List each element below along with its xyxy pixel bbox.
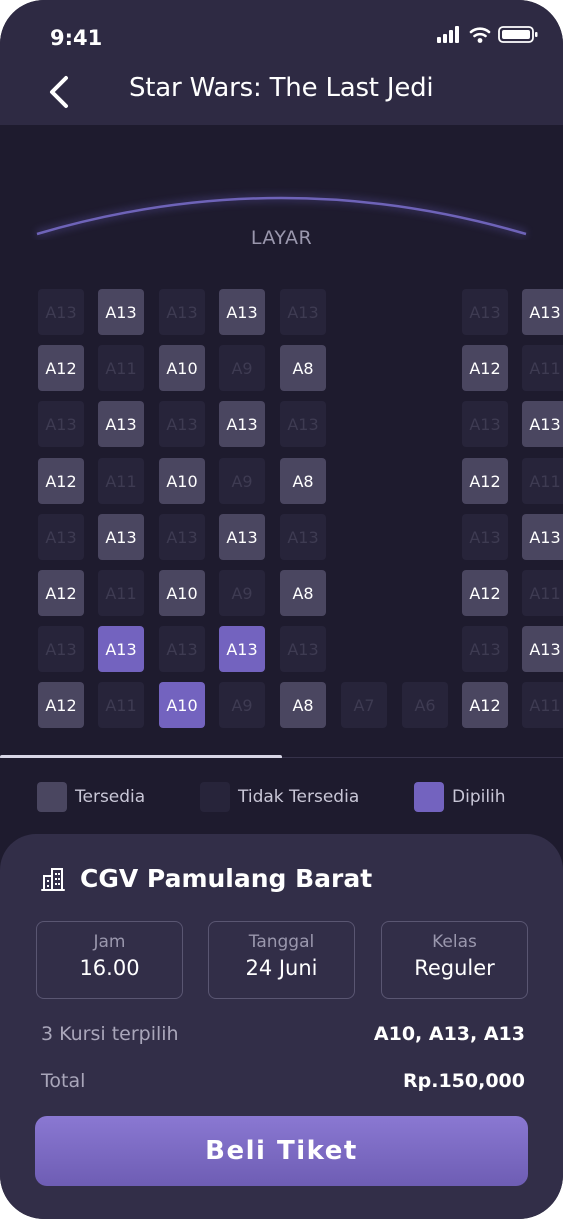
seat-available[interactable]: A12 xyxy=(38,570,84,616)
selected-seats-value: A10, A13, A13 xyxy=(373,1023,525,1045)
legend-label-available: Tersedia xyxy=(75,787,146,807)
seat-available[interactable]: A13 xyxy=(98,289,144,335)
seat-available[interactable]: A12 xyxy=(462,570,508,616)
seat-available[interactable]: A13 xyxy=(522,401,563,447)
legend-label-selected: Dipilih xyxy=(452,787,506,807)
seat-unavailable: A13 xyxy=(280,514,326,560)
back-button[interactable] xyxy=(40,70,80,114)
seat-selected[interactable]: A13 xyxy=(98,626,144,672)
time-box[interactable]: Jam 16.00 xyxy=(36,921,183,999)
seat-unavailable: A9 xyxy=(219,570,265,616)
seat-unavailable: A13 xyxy=(462,626,508,672)
seat-unavailable: A7 xyxy=(341,682,387,728)
seat-unavailable: A11 xyxy=(522,458,563,504)
class-box[interactable]: Kelas Reguler xyxy=(381,921,528,999)
seat-available[interactable]: A13 xyxy=(522,289,563,335)
seat-legend: Tersedia Tidak Tersedia Dipilih xyxy=(0,758,563,838)
seat-unavailable: A11 xyxy=(522,570,563,616)
seat-unavailable: A11 xyxy=(98,345,144,391)
seat-unavailable: A13 xyxy=(462,514,508,560)
screen-label: LAYAR xyxy=(250,227,313,249)
seat-available[interactable]: A13 xyxy=(219,289,265,335)
building-icon xyxy=(41,867,65,891)
seat-available[interactable]: A13 xyxy=(219,401,265,447)
seat-available[interactable]: A8 xyxy=(280,458,326,504)
seat-unavailable: A13 xyxy=(280,289,326,335)
legend-swatch-selected xyxy=(414,782,444,812)
total-label: Total xyxy=(41,1070,86,1092)
legend-available: Tersedia xyxy=(37,782,145,812)
seat-available[interactable]: A13 xyxy=(522,626,563,672)
booking-sheet: CGV Pamulang Barat Jam 16.00 Tanggal 24 … xyxy=(0,834,563,1219)
page-title: Star Wars: The Last Jedi xyxy=(129,73,434,103)
seat-available[interactable]: A10 xyxy=(159,345,205,391)
date-box[interactable]: Tanggal 24 Juni xyxy=(208,921,355,999)
legend-swatch-unavailable xyxy=(200,782,230,812)
seat-available[interactable]: A13 xyxy=(219,514,265,560)
legend-unavailable: Tidak Tersedia xyxy=(200,782,359,812)
seat-unavailable: A13 xyxy=(462,401,508,447)
class-label: Kelas xyxy=(432,932,477,952)
status-time: 9:41 xyxy=(50,26,103,50)
phone-screen: 9:41 Star Wars: The Last Jedi LAYAR A13 … xyxy=(0,0,563,1219)
seat-available[interactable]: A10 xyxy=(159,570,205,616)
seat-available[interactable]: A12 xyxy=(462,682,508,728)
seat-unavailable: A9 xyxy=(219,345,265,391)
seat-unavailable: A11 xyxy=(98,458,144,504)
seat-available[interactable]: A13 xyxy=(98,401,144,447)
date-value: 24 Juni xyxy=(245,956,318,980)
class-value: Reguler xyxy=(414,956,495,980)
seat-unavailable: A6 xyxy=(402,682,448,728)
seat-unavailable: A13 xyxy=(159,401,205,447)
seat-unavailable: A11 xyxy=(98,682,144,728)
seat-unavailable: A13 xyxy=(38,626,84,672)
seat-unavailable: A13 xyxy=(462,289,508,335)
seat-available[interactable]: A12 xyxy=(462,458,508,504)
seat-unavailable: A13 xyxy=(280,626,326,672)
seat-unavailable: A13 xyxy=(38,289,84,335)
chevron-left-icon xyxy=(50,76,68,108)
seat-unavailable: A13 xyxy=(38,401,84,447)
seat-unavailable: A11 xyxy=(522,682,563,728)
seat-selected[interactable]: A10 xyxy=(159,682,205,728)
seat-unavailable: A13 xyxy=(280,401,326,447)
seat-available[interactable]: A8 xyxy=(280,682,326,728)
seat-unavailable: A9 xyxy=(219,682,265,728)
time-label: Jam xyxy=(93,932,126,952)
header: 9:41 Star Wars: The Last Jedi xyxy=(0,0,563,125)
seat-unavailable: A11 xyxy=(522,345,563,391)
time-value: 16.00 xyxy=(79,956,140,980)
seat-unavailable: A13 xyxy=(38,514,84,560)
cinema-row: CGV Pamulang Barat xyxy=(40,864,372,893)
seat-available[interactable]: A12 xyxy=(38,682,84,728)
seat-available[interactable]: A12 xyxy=(38,345,84,391)
seat-available[interactable]: A12 xyxy=(462,345,508,391)
seat-unavailable: A9 xyxy=(219,458,265,504)
cinema-name: CGV Pamulang Barat xyxy=(80,864,373,893)
seat-unavailable: A11 xyxy=(98,570,144,616)
total-value: Rp.150,000 xyxy=(403,1070,525,1092)
seat-available[interactable]: A13 xyxy=(522,514,563,560)
seat-selected[interactable]: A13 xyxy=(219,626,265,672)
date-label: Tanggal xyxy=(248,932,315,952)
legend-selected: Dipilih xyxy=(414,782,506,812)
status-icons xyxy=(437,24,541,46)
seat-available[interactable]: A8 xyxy=(280,345,326,391)
seat-available[interactable]: A13 xyxy=(98,514,144,560)
signal-wifi-battery-icon xyxy=(437,26,538,43)
legend-label-unavailable: Tidak Tersedia xyxy=(238,787,360,807)
seat-map: LAYAR A13 A13 A13 A13 A13 A13 A13 A12 A11 A10 A9 A8… xyxy=(0,125,563,757)
seat-unavailable: A13 xyxy=(159,289,205,335)
seat-available[interactable]: A12 xyxy=(38,458,84,504)
seat-available[interactable]: A10 xyxy=(159,458,205,504)
buy-ticket-button[interactable]: Beli Tiket xyxy=(35,1116,528,1186)
legend-swatch-available xyxy=(37,782,67,812)
selected-seats-label: 3 Kursi terpilih xyxy=(41,1023,179,1045)
seat-unavailable: A13 xyxy=(159,626,205,672)
seat-available[interactable]: A8 xyxy=(280,570,326,616)
seat-unavailable: A13 xyxy=(159,514,205,560)
